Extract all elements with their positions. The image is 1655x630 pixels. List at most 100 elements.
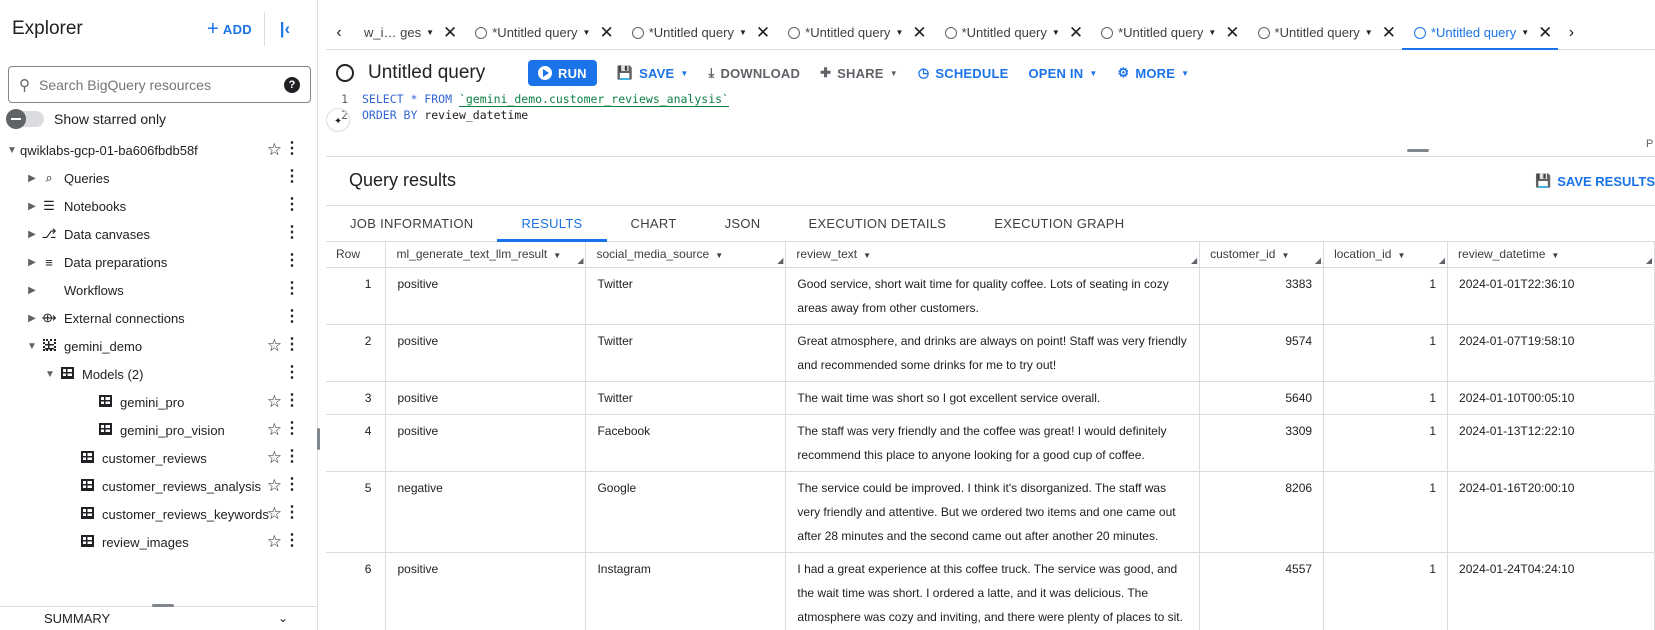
cell-location-id[interactable]: 1 [1324, 414, 1448, 471]
cell-source[interactable]: Twitter [586, 267, 786, 324]
star-icon[interactable]: ☆ [267, 392, 282, 412]
tab-menu-icon[interactable]: ▼ [895, 28, 903, 37]
code-line-2[interactable]: 2 ORDER BY review_datetime [326, 107, 1655, 123]
cell-location-id[interactable]: 1 [1324, 552, 1448, 630]
caret-right-icon[interactable]: ▶ [24, 201, 40, 212]
caret-right-icon[interactable]: ▶ [24, 257, 40, 268]
tree-item-table[interactable]: customer_reviews_analysis ☆ ⋮ [0, 472, 318, 500]
tab-untitled-query[interactable]: *Untitled query ▼ ✕ [1089, 16, 1245, 49]
caret-down-icon[interactable]: ▼ [24, 341, 40, 352]
result-tab[interactable]: EXECUTION DETAILS [784, 206, 970, 241]
run-button[interactable]: RUN [528, 60, 597, 86]
save-results-button[interactable]: 💾 SAVE RESULTS [1535, 173, 1655, 189]
cell-customer-id[interactable]: 4557 [1200, 552, 1324, 630]
sql-table-ref[interactable]: `gemini_demo.customer_reviews_analysis` [459, 92, 729, 107]
tree-item-model[interactable]: gemini_pro_vision ☆ ⋮ [0, 416, 318, 444]
cell-location-id[interactable]: 1 [1324, 324, 1448, 381]
cell-customer-id[interactable]: 8206 [1200, 471, 1324, 552]
tab-untitled-query[interactable]: *Untitled query ▼ ✕ [620, 16, 776, 49]
schedule-button[interactable]: ◷ SCHEDULE [908, 65, 1019, 81]
column-header[interactable]: ml_generate_text_llm_result ▼ ◢ [386, 242, 586, 267]
table-row[interactable]: 1 positive Twitter Good service, short wait… [326, 267, 1655, 324]
sort-menu-icon[interactable]: ▼ [715, 251, 723, 260]
tab-menu-icon[interactable]: ▼ [1521, 28, 1529, 37]
caret-right-icon[interactable]: ▶ [24, 285, 40, 296]
close-icon[interactable]: ✕ [756, 23, 770, 43]
sort-menu-icon[interactable]: ▼ [1397, 251, 1405, 260]
close-icon[interactable]: ✕ [599, 23, 613, 43]
tab-first[interactable]: w_i… ges ▼ ✕ [352, 16, 463, 49]
summary-bar[interactable]: SUMMARY ⌄ [0, 606, 318, 630]
cell-source[interactable]: Google [586, 471, 786, 552]
collapse-panel-icon[interactable]: |‹ [265, 19, 305, 39]
column-header[interactable]: location_id ▼ ◢ [1324, 242, 1448, 267]
resize-handle-icon[interactable]: ◢ [1439, 256, 1445, 265]
table-row[interactable]: 4 positive Facebook The staff was very frie… [326, 414, 1655, 471]
more-vert-icon[interactable]: ⋮ [284, 419, 300, 439]
cell-result[interactable]: positive [386, 324, 586, 381]
cell-text[interactable]: The service could be improved. I think i… [786, 471, 1200, 552]
cell-text[interactable]: Great atmosphere, and drinks are always … [786, 324, 1200, 381]
cell-source[interactable]: Facebook [586, 414, 786, 471]
sort-menu-icon[interactable]: ▼ [1551, 251, 1559, 260]
sort-menu-icon[interactable]: ▼ [1281, 251, 1289, 260]
close-icon[interactable]: ✕ [1225, 23, 1239, 43]
star-icon[interactable]: ☆ [267, 504, 282, 524]
tab-untitled-query[interactable]: *Untitled query ▼ ✕ [463, 16, 619, 49]
cell-row[interactable]: 6 [326, 552, 386, 630]
tabs-scroll-left-icon[interactable]: ‹ [326, 16, 352, 49]
search-input[interactable] [39, 77, 284, 93]
more-vert-icon[interactable]: ⋮ [284, 475, 300, 495]
more-vert-icon[interactable]: ⋮ [284, 503, 300, 523]
resize-handle-icon[interactable]: ◢ [1646, 256, 1652, 265]
tab-untitled-query[interactable]: *Untitled query ▼ ✕ [776, 16, 932, 49]
tree-item-models[interactable]: ▼ Models (2) ⋮ [0, 360, 318, 388]
cell-customer-id[interactable]: 3309 [1200, 414, 1324, 471]
magic-wand-icon[interactable]: ✦ [326, 108, 350, 132]
cell-row[interactable]: 1 [326, 267, 386, 324]
save-button[interactable]: 💾 SAVE ▼ [607, 65, 699, 81]
close-icon[interactable]: ✕ [912, 23, 926, 43]
search-box[interactable]: ⚲ ? [8, 66, 311, 103]
more-vert-icon[interactable]: ⋮ [284, 447, 300, 467]
tree-item-workflow[interactable]: ▶ ⮖ Workflows ⋮ [0, 276, 318, 304]
tree-item-data-prep[interactable]: ▶ ≡ Data preparations ⋮ [0, 248, 318, 276]
close-icon[interactable]: ✕ [1069, 23, 1083, 43]
cell-location-id[interactable]: 1 [1324, 471, 1448, 552]
more-vert-icon[interactable]: ⋮ [284, 167, 300, 187]
column-header[interactable]: Row [326, 242, 386, 267]
result-tab[interactable]: RESULTS [497, 206, 606, 241]
close-icon[interactable]: ✕ [443, 23, 457, 43]
cell-text[interactable]: The staff was very friendly and the coff… [786, 414, 1200, 471]
close-icon[interactable]: ✕ [1382, 23, 1396, 43]
cell-row[interactable]: 4 [326, 414, 386, 471]
column-header[interactable]: social_media_source ▼ ◢ [586, 242, 786, 267]
summary-grip[interactable] [152, 604, 174, 607]
tree-item-queries[interactable]: ▶ ⌕ Queries ⋮ [0, 164, 318, 192]
result-tab[interactable]: JOB INFORMATION [326, 206, 497, 241]
cell-text[interactable]: I had a great experience at this coffee … [786, 552, 1200, 630]
tree-item-table[interactable]: customer_reviews_keywords ☆ ⋮ [0, 500, 318, 528]
cell-row[interactable]: 3 [326, 381, 386, 414]
more-vert-icon[interactable]: ⋮ [284, 223, 300, 243]
more-vert-icon[interactable]: ⋮ [284, 251, 300, 271]
more-button[interactable]: ⚙ MORE ▼ [1107, 65, 1199, 81]
cell-datetime[interactable]: 2024-01-10T00:05:10 [1448, 381, 1655, 414]
open-in-button[interactable]: OPEN IN ▼ [1018, 66, 1107, 81]
share-button[interactable]: ✚ SHARE ▼ [810, 65, 908, 81]
cell-source[interactable]: Twitter [586, 324, 786, 381]
caret-right-icon[interactable]: ▶ [24, 313, 40, 324]
tab-menu-icon[interactable]: ▼ [739, 28, 747, 37]
tab-untitled-query[interactable]: *Untitled query ▼ ✕ [933, 16, 1089, 49]
tab-untitled-query[interactable]: *Untitled query ▼ ✕ [1246, 16, 1402, 49]
cell-location-id[interactable]: 1 [1324, 381, 1448, 414]
cell-datetime[interactable]: 2024-01-13T12:22:10 [1448, 414, 1655, 471]
tree-item-data-canvas[interactable]: ▶ ⎇ Data canvases ⋮ [0, 220, 318, 248]
column-header[interactable]: review_text ▼ ◢ [786, 242, 1200, 267]
cell-result[interactable]: positive [386, 267, 586, 324]
star-icon[interactable]: ☆ [267, 448, 282, 468]
table-row[interactable]: 6 positive Instagram I had a great experien… [326, 552, 1655, 630]
more-vert-icon[interactable]: ⋮ [284, 139, 300, 159]
cell-result[interactable]: positive [386, 381, 586, 414]
cell-datetime[interactable]: 2024-01-01T22:36:10 [1448, 267, 1655, 324]
